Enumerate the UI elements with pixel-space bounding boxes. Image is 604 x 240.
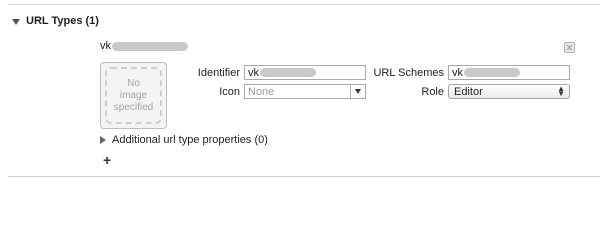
url-type-entry-name: vk [100,40,188,52]
image-placeholder-line-1: No [127,77,140,89]
url-schemes-value: vk [452,66,463,79]
icon-combo-box[interactable]: None [244,84,366,99]
role-popup-button[interactable]: Editor ▲ ▼ [448,84,570,99]
combo-arrow-button[interactable] [350,85,365,98]
identifier-value: vk [248,66,259,79]
add-url-type-button[interactable]: + [103,153,111,167]
up-down-arrows-icon: ▲ ▼ [557,84,565,98]
image-placeholder-line-2: image [119,89,148,101]
icon-placeholder: None [248,85,275,98]
additional-properties-disclosure[interactable]: Additional url type properties (0) [100,134,268,146]
redacted-blur [112,41,188,51]
url-types-section-header[interactable]: URL Types (1) [12,14,99,28]
identifier-field[interactable]: vk [244,65,366,80]
disclosure-triangle-down-icon[interactable] [12,18,20,25]
additional-properties-label: Additional url type properties (0) [112,134,268,146]
url-schemes-field[interactable]: vk [448,65,570,80]
disclosure-triangle-right-icon[interactable] [100,136,106,144]
role-label: Role [421,86,444,98]
identifier-label: Identifier [197,67,240,79]
dropdown-arrow-icon [355,89,361,94]
section-title: URL Types (1) [26,15,99,27]
bottom-divider [8,176,600,177]
role-value: Editor [454,85,483,98]
image-well[interactable]: No image specified [100,62,167,129]
entry-name-text: vk [100,40,111,52]
redacted-blur [464,68,520,77]
url-schemes-label: URL Schemes [373,67,444,79]
top-divider [8,4,600,5]
redacted-blur [260,68,316,77]
delete-entry-button[interactable] [564,42,575,53]
image-placeholder: No image specified [105,67,162,124]
icon-label: Icon [219,86,240,98]
image-placeholder-line-3: specified [113,101,154,113]
